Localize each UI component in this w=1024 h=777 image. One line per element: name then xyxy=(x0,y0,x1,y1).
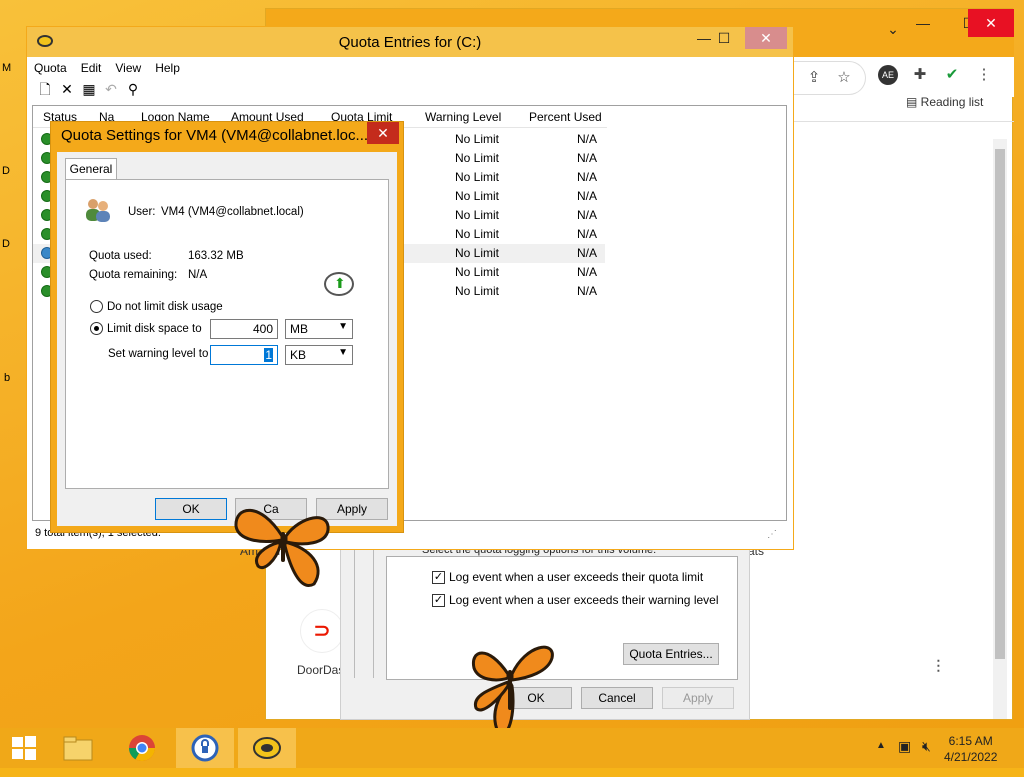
undo-icon[interactable]: ↶ xyxy=(103,81,119,97)
properties-cancel-button[interactable]: Cancel xyxy=(581,687,653,709)
desktop-fragment: b xyxy=(4,372,11,384)
quota-settings-dialog: Quota Settings for VM4 (VM4@collabnet.lo… xyxy=(50,121,404,533)
properties-icon[interactable]: ▦ xyxy=(81,81,97,97)
shortcut-doordash[interactable]: DoorDas xyxy=(297,663,344,677)
show-hidden-icons-icon[interactable]: ▲ xyxy=(876,740,886,751)
disk-quota-app-icon[interactable] xyxy=(238,728,296,768)
dialog-body: General User: VM4 (VM4@collabnet.local) … xyxy=(57,152,397,526)
extension-icon[interactable]: AE xyxy=(878,65,898,85)
tab-general[interactable]: General xyxy=(65,158,117,180)
dialog-edge xyxy=(354,540,374,678)
users-icon xyxy=(86,199,110,222)
user-label: User: xyxy=(128,206,156,218)
general-panel: User: VM4 (VM4@collabnet.local) Quota us… xyxy=(65,179,389,489)
menu-quota[interactable]: Quota xyxy=(27,57,74,77)
system-clock[interactable]: 6:15 AM 4/21/2022 xyxy=(944,733,997,765)
user-value: VM4 (VM4@collabnet.local) xyxy=(161,206,304,218)
quota-remaining-value: N/A xyxy=(188,269,208,281)
minimize-icon[interactable]: — xyxy=(900,9,946,37)
tune-icon[interactable]: ⫶ xyxy=(936,657,941,678)
chevron-down-icon: ▼ xyxy=(338,321,348,332)
close-icon[interactable]: ✕ xyxy=(968,9,1014,37)
checkmark-icon: ✓ xyxy=(432,593,445,607)
limit-unit-select[interactable]: MB ▼ xyxy=(285,319,353,339)
delete-icon[interactable]: ✕ xyxy=(59,81,75,97)
quota-entries-titlebar: Quota Entries for (C:) — ☐ ✕ xyxy=(27,27,793,57)
log-warning-checkbox[interactable]: ✓ Log event when a user exceeds their war… xyxy=(432,593,719,607)
share-icon[interactable]: ⇪ xyxy=(804,68,824,88)
reading-list-button[interactable]: ▤ Reading list xyxy=(906,95,983,109)
volume-muted-icon[interactable]: 🔇︎ xyxy=(922,738,931,755)
dialog-title: Quota Settings for VM4 (VM4@collabnet.lo… xyxy=(61,127,369,144)
close-icon[interactable]: ✕ xyxy=(745,27,787,49)
network-icon[interactable]: ▣ xyxy=(898,738,911,755)
scrollbar-thumb[interactable] xyxy=(995,149,1005,659)
up-arrow-icon: ⬆ xyxy=(334,275,346,291)
no-limit-radio[interactable]: Do not limit disk usage xyxy=(90,300,223,313)
desktop-fragment: D xyxy=(2,165,10,177)
log-limit-checkbox[interactable]: ✓ Log event when a user exceeds their quo… xyxy=(432,570,703,584)
quota-used-value: 163.32 MB xyxy=(188,250,244,262)
clock-date: 4/21/2022 xyxy=(944,750,998,764)
checkmark-icon: ✓ xyxy=(432,570,445,584)
quota-remaining-label: Quota remaining: xyxy=(89,269,178,281)
new-entry-icon[interactable]: 🗋 xyxy=(37,81,53,97)
warning-unit-select[interactable]: KB ▼ xyxy=(285,345,353,365)
limit-value-input[interactable]: 400 xyxy=(210,319,278,339)
menu-edit[interactable]: Edit xyxy=(74,57,109,77)
menu-icon[interactable]: ⋮ xyxy=(974,65,994,85)
chevron-down-icon: ▼ xyxy=(338,347,348,358)
start-icon[interactable] xyxy=(0,728,48,768)
clock-time: 6:15 AM xyxy=(948,734,993,748)
security-app-icon[interactable] xyxy=(176,728,234,768)
omnibox[interactable]: ⇪ ☆ xyxy=(786,61,866,95)
toolbar: 🗋 ✕ ▦ ↶ ⚲ xyxy=(27,77,793,103)
chrome-icon[interactable] xyxy=(114,728,170,768)
limit-radio[interactable]: Limit disk space to xyxy=(90,322,202,335)
desktop-fragment: D xyxy=(2,238,10,250)
resize-grip-icon[interactable]: ⋰ xyxy=(767,529,777,540)
radio-off-icon xyxy=(90,300,103,313)
desktop-fragment: M xyxy=(2,62,12,74)
maximize-icon[interactable]: ☐ xyxy=(709,27,739,49)
puzzle-icon[interactable]: ✚ xyxy=(910,65,930,85)
butterfly-icon xyxy=(234,508,330,587)
properties-apply-button[interactable]: Apply xyxy=(662,687,734,709)
col-warning[interactable]: Warning Level xyxy=(425,110,501,124)
shield-icon[interactable]: ✔ xyxy=(942,65,962,85)
star-icon[interactable]: ☆ xyxy=(834,68,854,88)
close-icon[interactable]: ✕ xyxy=(367,122,399,144)
window-title: Quota Entries for (C:) xyxy=(338,34,482,51)
menu-help[interactable]: Help xyxy=(148,57,187,77)
find-icon[interactable]: ⚲ xyxy=(125,81,141,97)
quota-entries-button[interactable]: Quota Entries... xyxy=(623,643,719,665)
radio-on-icon xyxy=(90,322,103,335)
warning-value-input[interactable]: 1 xyxy=(210,345,278,365)
menu-bar: Quota Edit View Help xyxy=(27,57,793,77)
file-explorer-icon[interactable] xyxy=(50,728,106,768)
doordash-icon[interactable]: ⊃ xyxy=(300,609,344,653)
quota-used-label: Quota used: xyxy=(89,250,152,262)
col-percent[interactable]: Percent Used xyxy=(529,110,602,124)
reading-list-icon: ▤ xyxy=(906,95,921,109)
ok-button[interactable]: OK xyxy=(155,498,227,520)
menu-view[interactable]: View xyxy=(108,57,148,77)
warning-level-label: Set warning level to xyxy=(108,348,209,360)
